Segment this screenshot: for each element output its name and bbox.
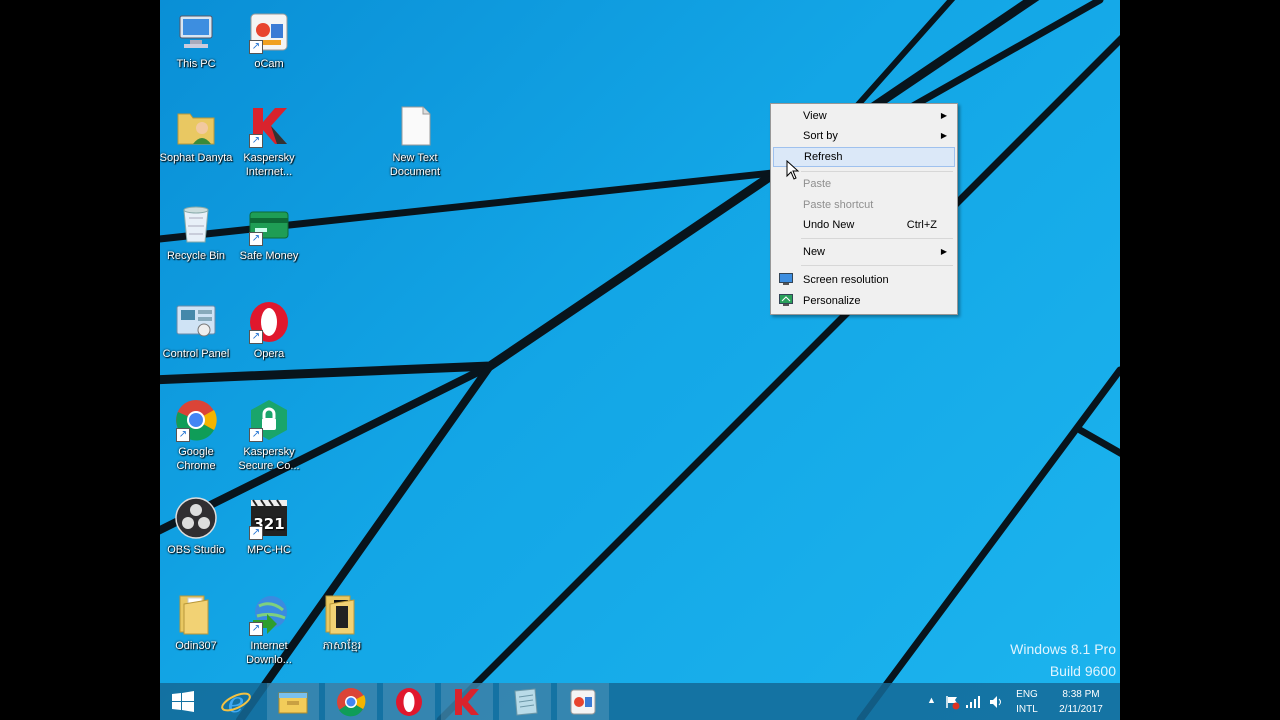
notepad-icon — [514, 688, 538, 716]
desktop-icon-odin307[interactable]: Odin307 — [160, 592, 233, 653]
desktop-icon-internet-download-manager[interactable]: ↗ Internet Downlo... — [232, 592, 306, 667]
menu-item-paste[interactable]: Paste — [773, 174, 955, 194]
clock[interactable]: 8:38 PM 2/11/2017 — [1050, 687, 1112, 717]
desktop-icon-opera[interactable]: ↗ Opera — [232, 300, 306, 361]
menu-item-view[interactable]: View ▶ — [773, 106, 955, 126]
file-explorer-icon — [278, 692, 308, 714]
obs-icon — [174, 496, 218, 540]
submenu-arrow-icon: ▶ — [940, 131, 947, 140]
start-icon — [172, 691, 194, 712]
desktop-icon-safe-money[interactable]: ↗ Safe Money — [232, 202, 306, 263]
opera-icon — [396, 688, 422, 716]
taskbar-ocam[interactable] — [557, 683, 609, 720]
menu-item-undo-new[interactable]: Undo New Ctrl+Z — [773, 215, 955, 235]
volume-icon[interactable] — [988, 694, 1004, 710]
show-hidden-icons-button[interactable]: ▲ — [927, 695, 936, 705]
menu-item-paste-shortcut[interactable]: Paste shortcut — [773, 195, 955, 215]
menu-item-personalize[interactable]: Personalize — [773, 291, 955, 311]
menu-item-screen-resolution[interactable]: Screen resolution — [773, 270, 955, 290]
menu-item-refresh[interactable]: Refresh — [773, 147, 955, 167]
text-document-icon — [393, 104, 437, 148]
svg-text:e: e — [228, 686, 245, 719]
desktop-icon-obs-studio[interactable]: OBS Studio — [160, 496, 233, 557]
menu-item-sort-by[interactable]: Sort by ▶ — [773, 126, 955, 146]
desktop[interactable]: This PC ↗ oCam Sophat Danyta ↗ Kaspersky… — [160, 0, 1120, 720]
submenu-arrow-icon: ▶ — [940, 111, 947, 120]
kaspersky-secure-icon: ↗ — [247, 398, 291, 442]
taskbar-notepad[interactable] — [499, 683, 551, 720]
safe-money-icon: ↗ — [247, 202, 291, 246]
desktop-icon-this-pc[interactable]: This PC — [160, 10, 233, 71]
taskbar-chrome[interactable] — [325, 683, 377, 720]
desktop-icon-mpc-hc[interactable]: 321 ↗ MPC-HC — [232, 496, 306, 557]
desktop-icon-google-chrome[interactable]: ↗ Google Chrome — [160, 398, 233, 473]
user-folder-icon — [174, 104, 218, 148]
menu-separator — [801, 265, 953, 266]
mouse-cursor-icon — [786, 160, 800, 180]
taskbar-kaspersky[interactable] — [441, 683, 493, 720]
ocam-icon — [570, 689, 596, 715]
idm-icon: ↗ — [247, 592, 291, 636]
this-pc-icon — [174, 10, 218, 54]
personalize-icon — [779, 294, 793, 306]
chrome-icon: ↗ — [174, 398, 218, 442]
taskbar-internet-explorer[interactable]: e — [210, 683, 262, 720]
network-icon[interactable] — [965, 694, 981, 710]
input-language-button[interactable]: ENG INTL — [1012, 687, 1042, 717]
ocam-icon: ↗ — [247, 10, 291, 54]
desktop-context-menu: View ▶ Sort by ▶ Refresh Paste Paste sho… — [770, 103, 958, 315]
internet-explorer-icon: e — [221, 686, 251, 719]
kaspersky-icon — [455, 689, 479, 715]
taskbar-opera[interactable] — [383, 683, 435, 720]
chrome-icon — [337, 688, 366, 717]
submenu-arrow-icon: ▶ — [940, 247, 947, 256]
screen-resolution-icon — [779, 273, 793, 285]
control-panel-icon — [174, 300, 218, 344]
desktop-icon-kaspersky-secure[interactable]: ↗ Kaspersky Secure Co... — [232, 398, 306, 473]
folder-icon — [320, 592, 364, 636]
flag-icon[interactable] — [944, 694, 960, 710]
desktop-icon-recycle-bin[interactable]: Recycle Bin — [160, 202, 233, 263]
menu-item-new[interactable]: New ▶ — [773, 242, 955, 262]
windows-watermark: Windows 8.1 Pro Build 9600 — [1010, 641, 1116, 679]
desktop-icon-kaspersky-internet[interactable]: ↗ Kaspersky Internet... — [232, 104, 306, 179]
folder-icon — [174, 592, 218, 636]
recycle-bin-icon — [174, 202, 218, 246]
desktop-icon-control-panel[interactable]: Control Panel — [160, 300, 233, 361]
start-button[interactable] — [160, 683, 206, 720]
kaspersky-icon: ↗ — [247, 104, 291, 148]
desktop-icon-new-text-document[interactable]: New Text Document — [378, 104, 452, 179]
menu-separator — [801, 238, 953, 239]
desktop-icon-ocam[interactable]: ↗ oCam — [232, 10, 306, 71]
opera-icon: ↗ — [247, 300, 291, 344]
desktop-icon-sophat-danyta[interactable]: Sophat Danyta — [160, 104, 233, 165]
menu-separator — [801, 171, 953, 172]
taskbar-file-explorer[interactable] — [267, 683, 319, 720]
mpc-hc-icon: 321 ↗ — [247, 496, 291, 540]
taskbar: e ▲ ENG INTL 8:38 PM 2/11/2017 — [160, 683, 1120, 720]
desktop-icon-khmer-folder[interactable]: ភាសាខ្មែរ — [305, 592, 379, 653]
